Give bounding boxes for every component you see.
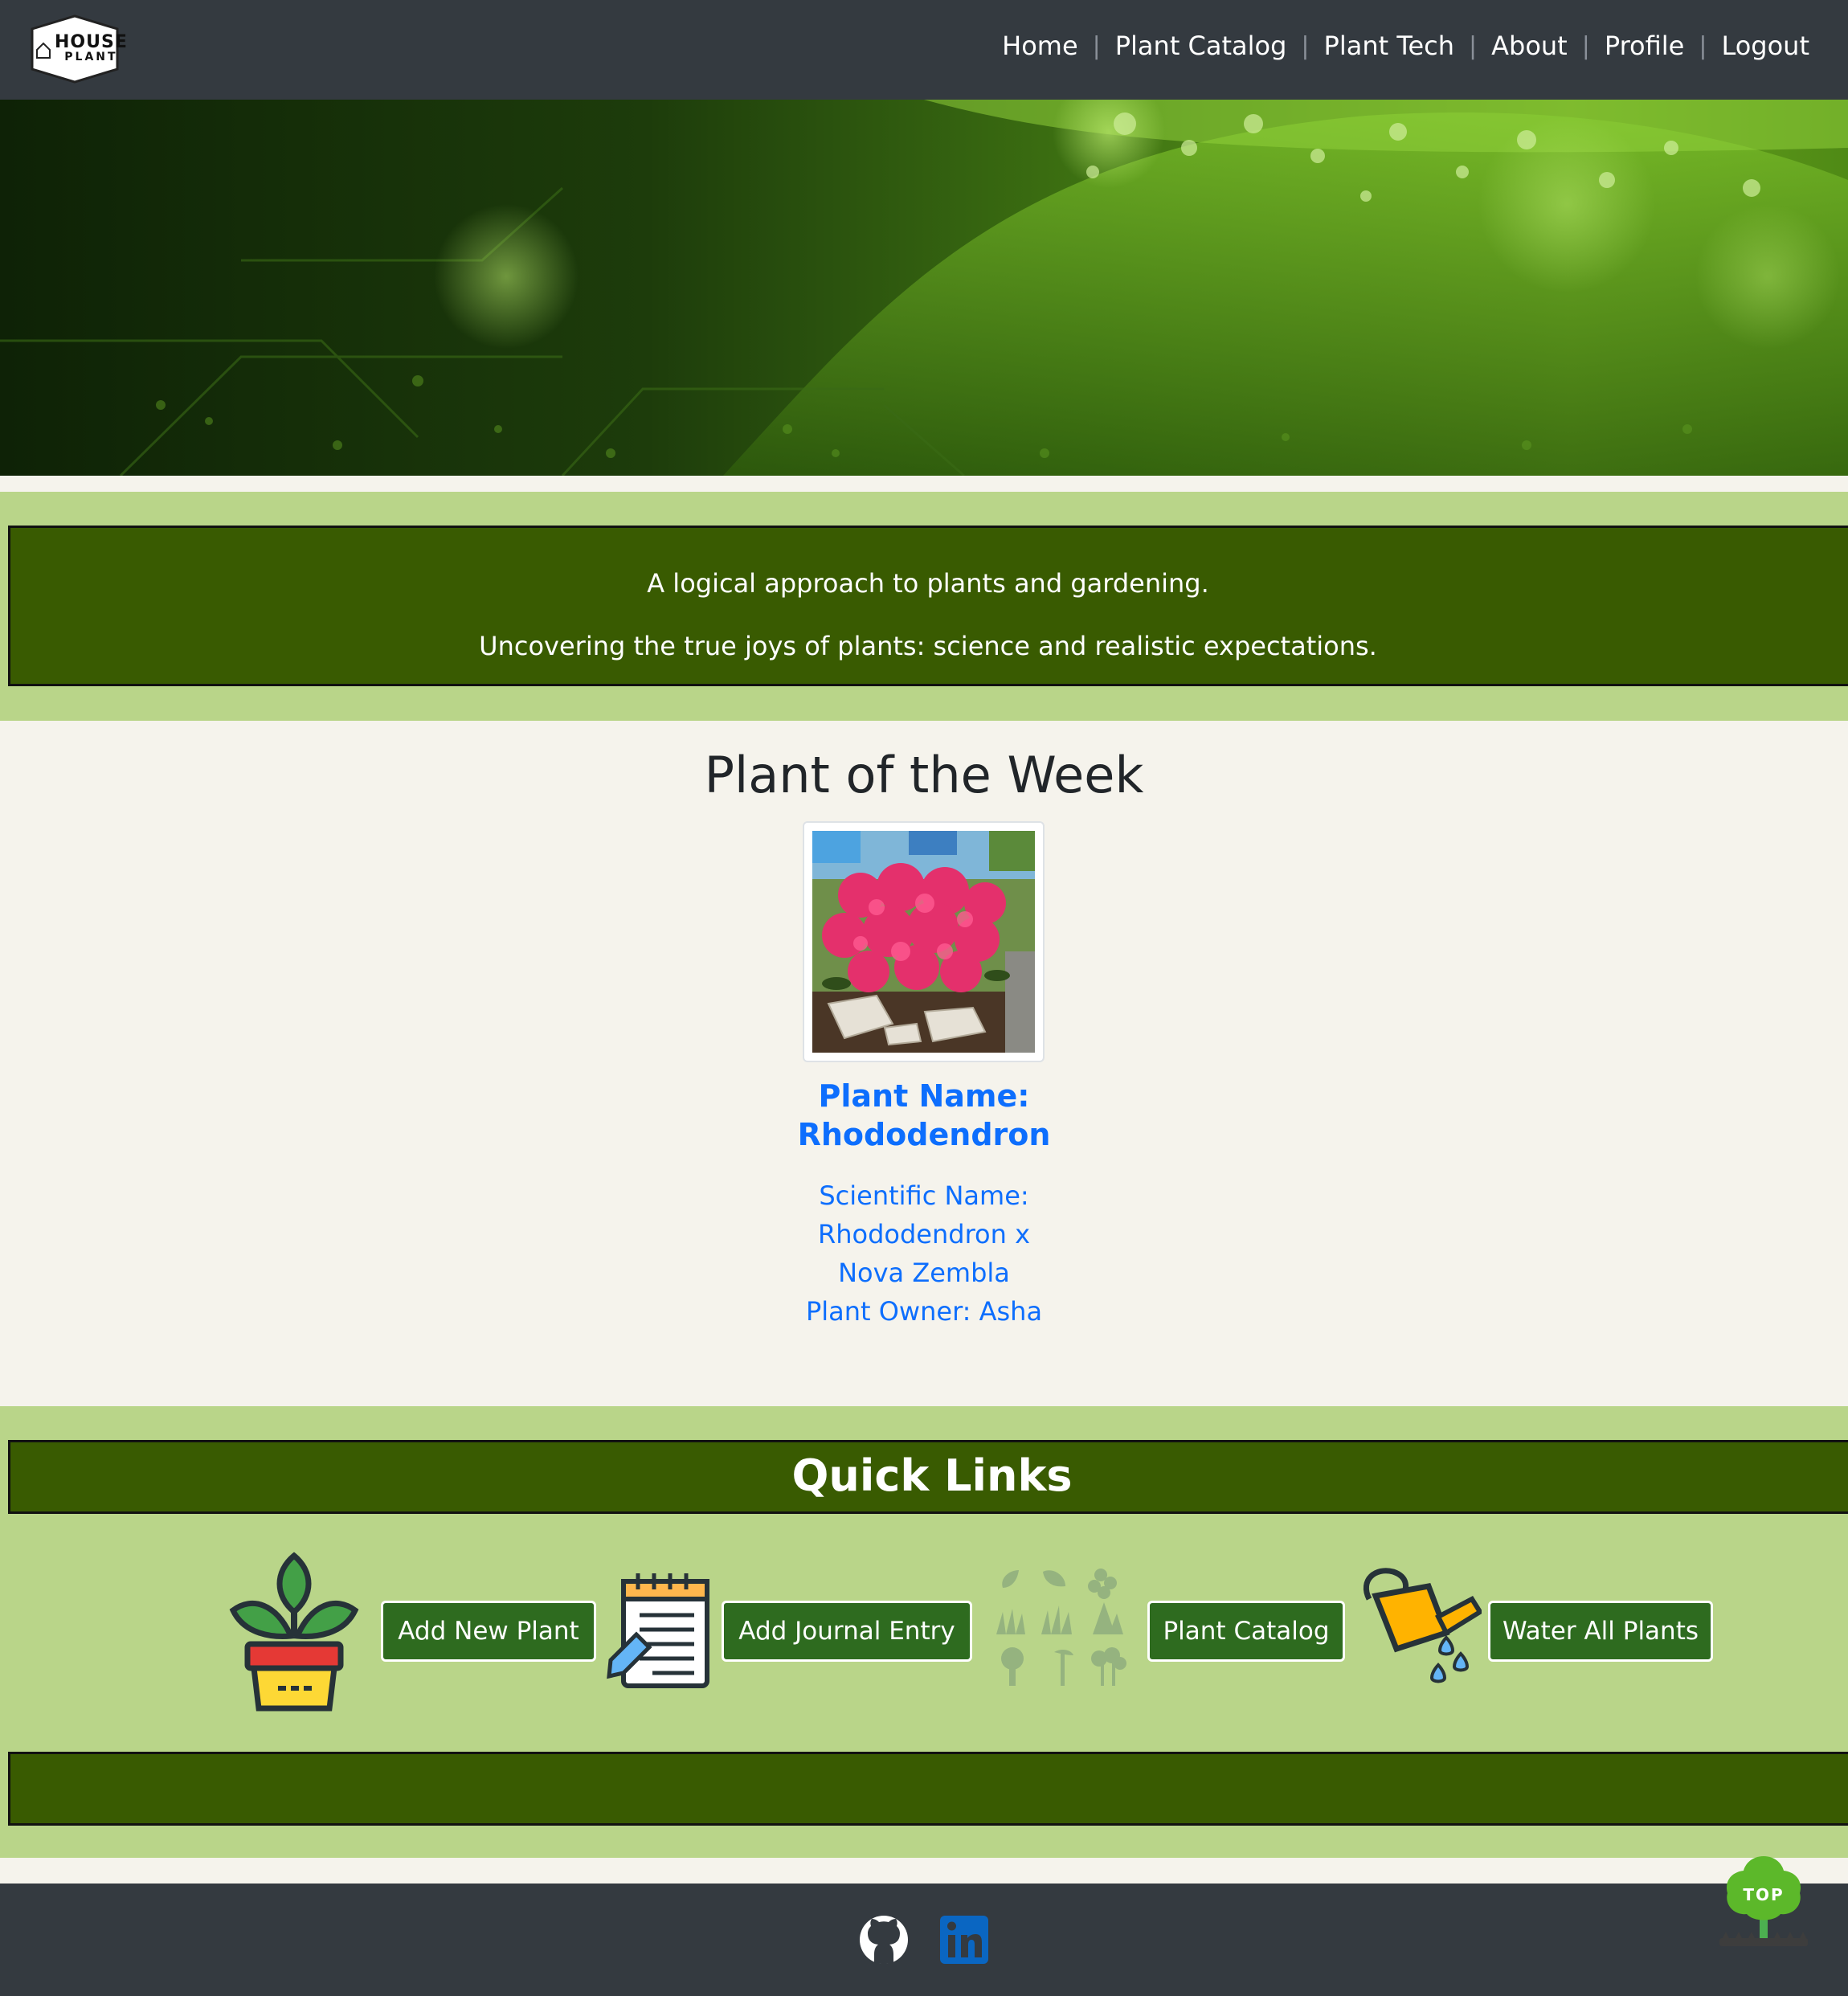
notepad-pencil-icon — [607, 1573, 709, 1688]
nav-menu: Home | Plant Catalog | Plant Tech | Abou… — [1002, 31, 1809, 61]
footer — [0, 1884, 1848, 1996]
house-plant-logo[interactable]: HOUSE PLANT — [22, 14, 127, 84]
nav-link-plant-tech[interactable]: Plant Tech — [1324, 31, 1454, 61]
logo-subtext: PLANT — [64, 51, 118, 63]
plant-details: Scientific Name: Rhododendron x Nova Zem… — [0, 1176, 1848, 1331]
leaf-circuit-image — [0, 100, 1848, 476]
potted-plant-icon — [229, 1552, 359, 1712]
nav-separator: | — [1581, 31, 1590, 60]
add-journal-entry-button[interactable]: Add Journal Entry — [722, 1601, 972, 1662]
nav-separator: | — [1301, 31, 1310, 60]
plant-varieties-icon — [996, 1569, 1126, 1686]
tagline-line-1: A logical approach to plants and gardeni… — [647, 568, 1209, 599]
plant-name-link[interactable]: Plant Name: Rhododendron — [0, 1077, 1848, 1154]
nav-link-profile[interactable]: Profile — [1605, 31, 1685, 61]
hero-banner-image — [0, 100, 1848, 476]
scientific-name-line-1: Rhododendron x — [818, 1219, 1030, 1250]
nav-separator: | — [1699, 31, 1707, 60]
nav-link-home[interactable]: Home — [1002, 31, 1078, 61]
rhododendron-photo — [812, 831, 1035, 1053]
plant-name-value: Rhododendron — [797, 1117, 1051, 1152]
scientific-name-line-2: Nova Zembla — [838, 1258, 1010, 1288]
plant-name-label: Plant Name: — [818, 1078, 1030, 1114]
quick-links-footer-bar — [8, 1752, 1848, 1826]
nav-separator: | — [1092, 31, 1101, 60]
quick-links-section: Quick Links Add New Plant Add Journal En… — [0, 1406, 1848, 1858]
plant-of-week-title: Plant of the Week — [704, 746, 1144, 804]
plant-of-week-image[interactable] — [803, 821, 1045, 1062]
plant-owner: Plant Owner: Asha — [805, 1296, 1043, 1327]
github-icon[interactable] — [858, 1914, 910, 1965]
tagline-line-2: Uncovering the true joys of plants: scie… — [479, 631, 1377, 661]
quick-links-title: Quick Links — [8, 1440, 1848, 1514]
tagline-section: A logical approach to plants and gardeni… — [0, 492, 1848, 721]
nav-link-plant-catalog[interactable]: Plant Catalog — [1115, 31, 1287, 61]
back-to-top-label: TOP — [1743, 1885, 1785, 1904]
nav-separator: | — [1469, 31, 1478, 60]
nav-link-logout[interactable]: Logout — [1721, 31, 1809, 61]
scientific-name-label: Scientific Name: — [819, 1180, 1029, 1211]
add-new-plant-button[interactable]: Add New Plant — [381, 1601, 596, 1662]
nav-link-about[interactable]: About — [1491, 31, 1568, 61]
back-to-top-button[interactable]: TOP — [1719, 1855, 1808, 1948]
water-all-plants-button[interactable]: Water All Plants — [1488, 1601, 1713, 1662]
navbar: HOUSE PLANT Home | Plant Catalog | Plant… — [0, 0, 1848, 100]
tagline-box: A logical approach to plants and gardeni… — [8, 526, 1848, 686]
watering-can-icon — [1363, 1568, 1482, 1683]
linkedin-icon[interactable] — [938, 1914, 990, 1965]
plant-catalog-button[interactable]: Plant Catalog — [1147, 1601, 1345, 1662]
